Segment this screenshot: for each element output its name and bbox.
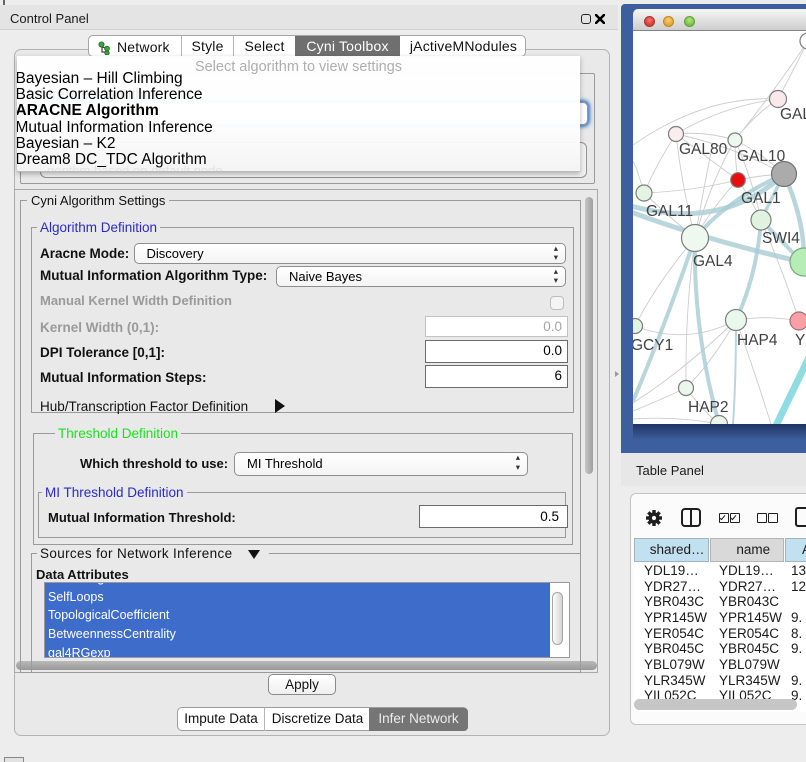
svg-text:GAL: GAL (780, 106, 806, 123)
svg-text:GAL1: GAL1 (741, 190, 781, 207)
svg-text:Y: Y (795, 332, 805, 349)
svg-text:GAL4: GAL4 (693, 253, 733, 270)
svg-text:HAP4: HAP4 (737, 332, 778, 349)
svg-text:HAP2: HAP2 (688, 399, 729, 416)
svg-text:GAL10: GAL10 (737, 148, 786, 165)
svg-text:GCY1: GCY1 (633, 337, 673, 354)
svg-text:SWI4: SWI4 (762, 230, 800, 247)
svg-text:GAL11: GAL11 (646, 203, 693, 220)
svg-text:GAL80: GAL80 (679, 141, 728, 158)
